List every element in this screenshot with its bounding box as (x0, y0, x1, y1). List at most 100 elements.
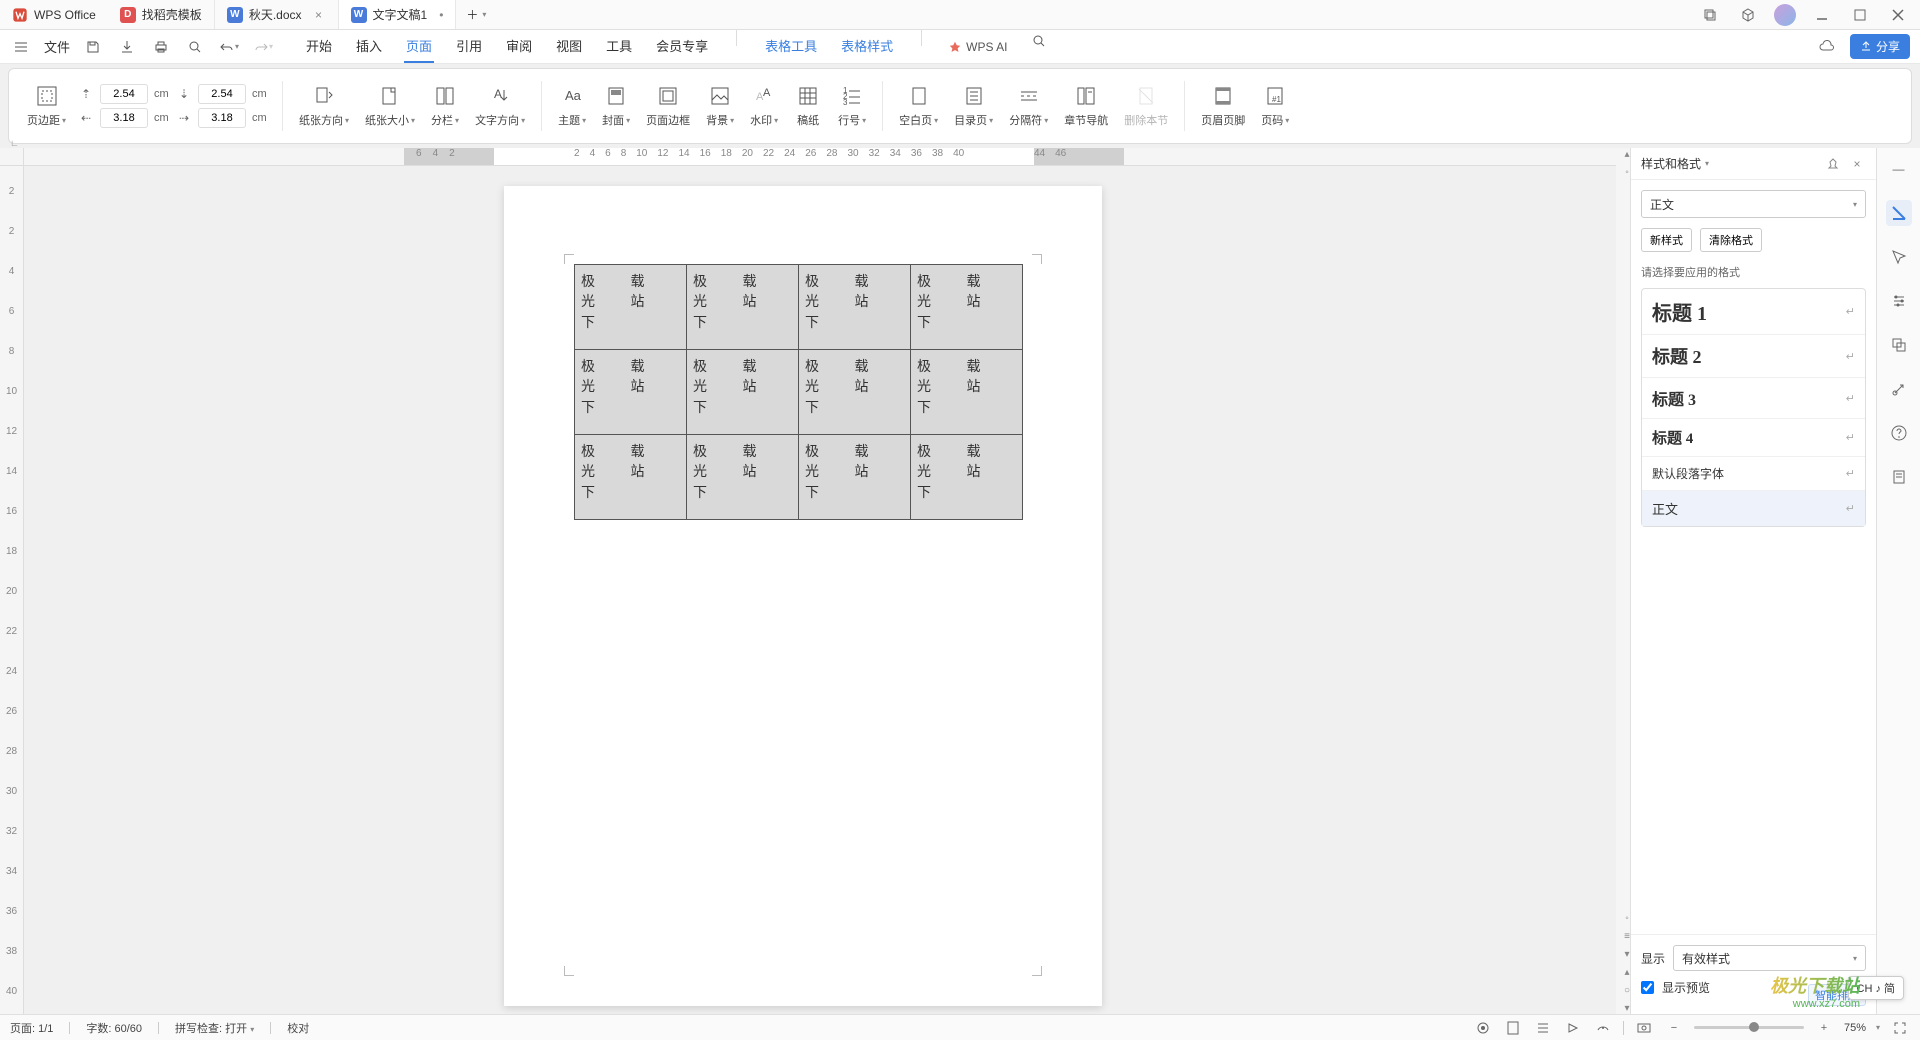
prev-page-icon[interactable]: ▴ (1621, 966, 1633, 978)
panel-close-icon[interactable]: × (1848, 155, 1866, 173)
ribbon-目录页[interactable]: 目录页▾ (950, 82, 997, 130)
styles-rail-icon[interactable] (1886, 200, 1912, 226)
redo-icon[interactable]: ▾ (252, 36, 274, 58)
table-cell[interactable]: 极光下载站 (799, 350, 911, 435)
new-style-button[interactable]: 新样式 (1641, 228, 1692, 252)
new-tab-button[interactable]: ＋ ▾ (456, 0, 496, 29)
table-cell[interactable]: 极光下载站 (911, 265, 1023, 350)
zoom-fit-icon[interactable] (1634, 1018, 1654, 1038)
table-cell[interactable]: 极光下载站 (687, 350, 799, 435)
vertical-ruler[interactable]: 2246810121416182022242628303234363840 (0, 166, 24, 1014)
table-cell[interactable]: 极光下载站 (687, 435, 799, 520)
show-filter-select[interactable]: 有效样式▾ (1673, 945, 1866, 971)
close-icon[interactable]: × (312, 8, 326, 22)
ribbon-水印[interactable]: AA水印▾ (746, 82, 782, 130)
next-page-icon[interactable]: ▾ (1621, 1002, 1633, 1014)
table-cell[interactable]: 极光下载站 (575, 265, 687, 350)
save-icon[interactable] (82, 36, 104, 58)
zoom-slider[interactable] (1694, 1026, 1804, 1029)
print-icon[interactable] (150, 36, 172, 58)
ribbon-空白页[interactable]: 空白页▾ (895, 82, 942, 130)
style-item-h4[interactable]: 标题 4↵ (1642, 419, 1865, 457)
clear-format-button[interactable]: 清除格式 (1700, 228, 1762, 252)
ribbon-背景[interactable]: 背景▾ (702, 82, 738, 130)
table-cell[interactable]: 极光下载站 (575, 435, 687, 520)
focus-mode-icon[interactable] (1473, 1018, 1493, 1038)
status-proof[interactable]: 校对 (287, 1020, 309, 1036)
table-cell[interactable]: 极光下载站 (575, 350, 687, 435)
layers-rail-icon[interactable] (1886, 332, 1912, 358)
ribbon-页码[interactable]: #1页码▾ (1257, 82, 1293, 130)
document-canvas[interactable]: 极光下载站极光下载站极光下载站极光下载站极光下载站极光下载站极光下载站极光下载站… (24, 166, 1616, 1014)
current-style-select[interactable]: 正文▾ (1641, 190, 1866, 218)
table-cell[interactable]: 极光下载站 (687, 265, 799, 350)
fullscreen-icon[interactable] (1890, 1018, 1910, 1038)
ribbon-封面[interactable]: 封面▾ (598, 82, 634, 130)
ribbon-tab-reference[interactable]: 引用 (454, 30, 484, 63)
zoom-in-icon[interactable]: + (1814, 1018, 1834, 1038)
ribbon-tab-page[interactable]: 页面 (404, 30, 434, 63)
cube-icon[interactable] (1736, 3, 1760, 27)
ribbon-主题[interactable]: Aa主题▾ (554, 82, 590, 130)
ribbon-纸张大小[interactable]: 纸张大小▾ (361, 82, 419, 130)
ribbon-tab-review[interactable]: 审阅 (504, 30, 534, 63)
share-button[interactable]: 分享 (1850, 34, 1910, 59)
ribbon-页面边框[interactable]: 页面边框 (642, 82, 694, 130)
scroll-handle-icon[interactable]: ◦ (1621, 912, 1633, 924)
ribbon-tab-insert[interactable]: 插入 (354, 30, 384, 63)
collapse-rail-icon[interactable]: — (1886, 156, 1912, 182)
tab-doc-1[interactable]: W 秋天.docx × (215, 0, 339, 29)
margin-left-input[interactable] (100, 108, 148, 128)
view-web-icon[interactable] (1593, 1018, 1613, 1038)
cloud-icon[interactable] (1816, 36, 1838, 58)
undo-icon[interactable]: ▾ (218, 36, 240, 58)
ribbon-tab-table-tools[interactable]: 表格工具 (763, 30, 819, 63)
locate-icon[interactable]: ○ (1621, 984, 1633, 996)
style-item-h1[interactable]: 标题 1↵ (1642, 289, 1865, 335)
status-spell[interactable]: 拼写检查: 打开 ▾ (175, 1020, 254, 1036)
scroll-down-icon[interactable]: ▾ (1621, 948, 1633, 960)
style-item-body[interactable]: 正文↵ (1642, 491, 1865, 526)
scroll-up-icon[interactable]: ▴ (1621, 148, 1633, 160)
style-item-h2[interactable]: 标题 2↵ (1642, 335, 1865, 378)
print-preview-icon[interactable] (184, 36, 206, 58)
ribbon-行号[interactable]: 123行号▾ (834, 82, 870, 130)
table-cell[interactable]: 极光下载站 (799, 435, 911, 520)
tab-templates[interactable]: D 找稻壳模板 (108, 0, 215, 29)
minimize-icon[interactable] (1810, 3, 1834, 27)
ribbon-纸张方向[interactable]: 纸张方向▾ (295, 82, 353, 130)
settings-rail-icon[interactable] (1886, 288, 1912, 314)
export-icon[interactable] (116, 36, 138, 58)
tools-rail-icon[interactable] (1886, 376, 1912, 402)
status-words[interactable]: 字数: 60/60 (86, 1020, 142, 1036)
page-up-icon[interactable]: ≡ (1621, 930, 1633, 942)
pin-icon[interactable] (1824, 155, 1842, 173)
wps-ai-button[interactable]: WPS AI (948, 30, 1007, 63)
template-rail-icon[interactable] (1886, 464, 1912, 490)
margins-button[interactable]: 页边距▾ (23, 82, 70, 130)
document-table[interactable]: 极光下载站极光下载站极光下载站极光下载站极光下载站极光下载站极光下载站极光下载站… (574, 264, 1023, 520)
window-close-icon[interactable] (1886, 3, 1910, 27)
view-read-icon[interactable] (1563, 1018, 1583, 1038)
ribbon-分栏[interactable]: 分栏▾ (427, 82, 463, 130)
show-preview-checkbox[interactable] (1641, 981, 1654, 994)
style-item-def[interactable]: 默认段落字体↵ (1642, 457, 1865, 491)
user-avatar[interactable] (1774, 4, 1796, 26)
ribbon-tab-view[interactable]: 视图 (554, 30, 584, 63)
ime-indicator[interactable]: CH ♪ 简 (1848, 976, 1905, 1000)
table-cell[interactable]: 极光下载站 (911, 435, 1023, 520)
margin-top-input[interactable] (100, 84, 148, 104)
ribbon-文字方向[interactable]: A文字方向▾ (471, 82, 529, 130)
file-menu[interactable]: 文件 (44, 37, 70, 56)
ribbon-tab-start[interactable]: 开始 (304, 30, 334, 63)
chevron-down-icon[interactable]: ▾ (482, 10, 486, 19)
view-outline-icon[interactable] (1533, 1018, 1553, 1038)
margin-right-input[interactable] (198, 108, 246, 128)
ribbon-分隔符[interactable]: 分隔符▾ (1005, 82, 1052, 130)
table-cell[interactable]: 极光下载站 (799, 265, 911, 350)
table-cell[interactable]: 极光下载站 (911, 350, 1023, 435)
ribbon-章节导航[interactable]: 章节导航 (1060, 82, 1112, 130)
search-icon[interactable] (1028, 30, 1050, 52)
margin-bottom-input[interactable] (198, 84, 246, 104)
zoom-value[interactable]: 75% (1844, 1022, 1866, 1034)
